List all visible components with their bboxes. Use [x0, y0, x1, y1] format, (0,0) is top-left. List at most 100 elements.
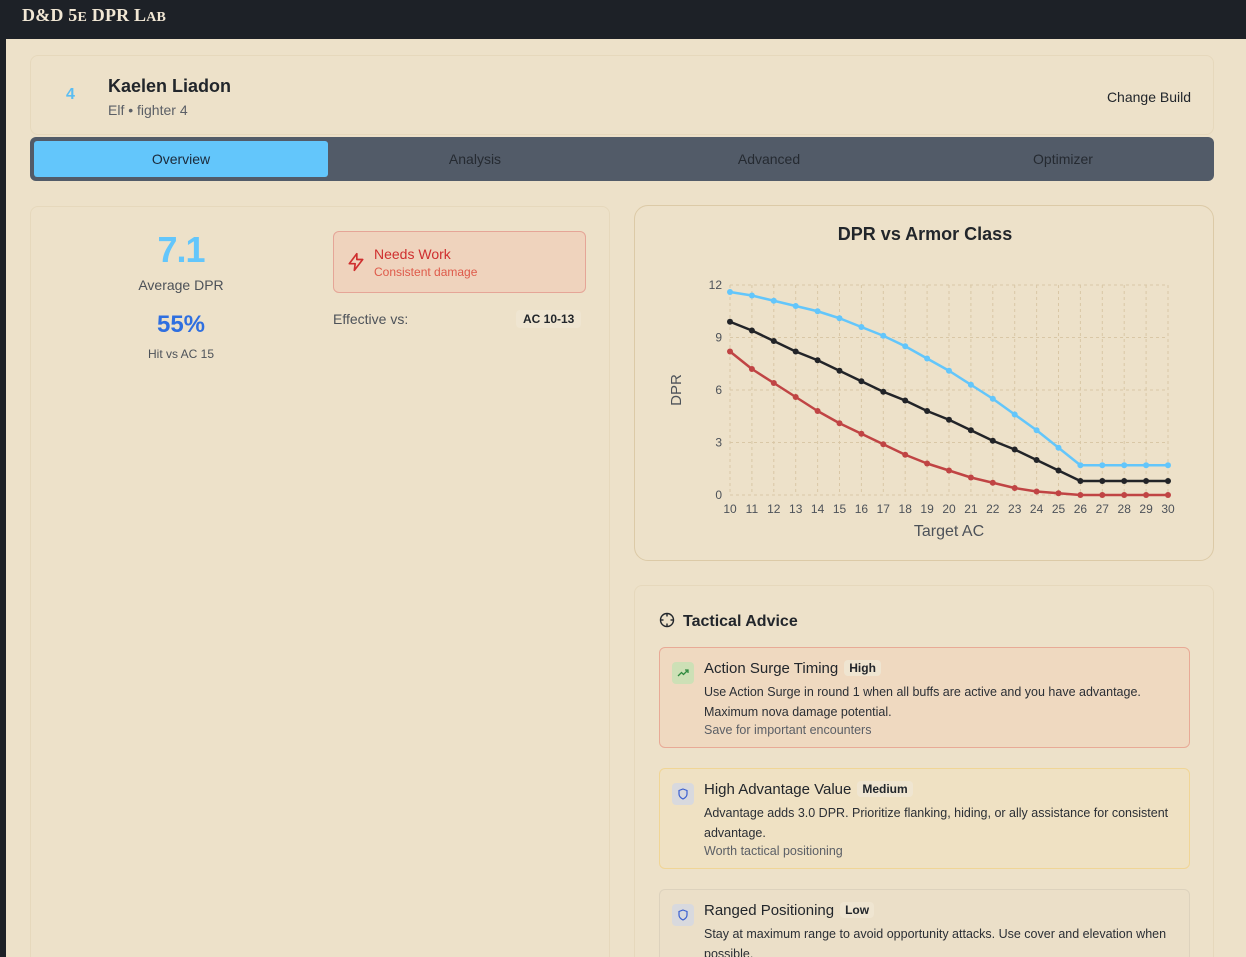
data-point — [902, 451, 909, 458]
data-point — [967, 427, 974, 434]
data-point — [770, 380, 777, 386]
data-point — [1033, 488, 1040, 495]
tab-overview[interactable]: Overview — [34, 141, 328, 177]
data-point — [836, 315, 843, 322]
data-point — [814, 408, 821, 414]
data-point — [1099, 478, 1106, 484]
data-point — [748, 366, 755, 372]
data-point — [1121, 492, 1128, 498]
tab-analysis[interactable]: Analysis — [328, 141, 622, 177]
data-point — [1033, 427, 1040, 434]
x-tick-label: 29 — [1139, 502, 1153, 516]
x-tick-label: 21 — [964, 502, 978, 516]
data-point — [946, 367, 952, 374]
x-tick-label: 12 — [767, 502, 781, 516]
data-point — [1077, 492, 1084, 498]
priority-badge: High — [844, 660, 881, 676]
y-axis-label: DPR — [668, 374, 685, 406]
data-point — [989, 479, 996, 486]
data-point — [1011, 485, 1018, 491]
data-point — [967, 474, 974, 481]
advice-description: Advantage adds 3.0 DPR. Prioritize flank… — [704, 806, 1169, 840]
character-name: Kaelen Liadon — [108, 76, 232, 96]
data-point — [880, 388, 887, 395]
x-tick-label: 27 — [1096, 502, 1110, 516]
tactical-advice-panel: Tactical Advice Action Surge Timing High … — [634, 585, 1214, 957]
advice-description: Stay at maximum range to avoid opportuni… — [704, 927, 1167, 957]
data-point — [727, 289, 733, 295]
data-point — [1143, 492, 1150, 498]
x-tick-label: 11 — [746, 502, 759, 516]
advice-title: Ranged Positioning — [704, 902, 835, 919]
status-box: Needs Work Consistent damage — [333, 231, 586, 293]
data-point — [748, 292, 755, 299]
data-point — [1077, 462, 1084, 469]
data-point — [836, 420, 843, 427]
x-tick-label: 26 — [1074, 502, 1088, 516]
tab-optimizer[interactable]: Optimizer — [916, 141, 1210, 177]
advice-description: Use Action Surge in round 1 when all buf… — [704, 685, 1141, 719]
x-tick-label: 15 — [833, 502, 847, 516]
status-subtitle: Consistent damage — [374, 265, 478, 279]
data-point — [1099, 462, 1106, 469]
x-tick-label: 14 — [811, 502, 825, 516]
average-dpr-label: Average DPR — [138, 277, 224, 293]
app-brand[interactable]: D&D 5E DPR LAB — [22, 5, 166, 26]
data-point — [814, 308, 821, 315]
character-subtitle: Elf • fighter 4 — [108, 102, 188, 118]
change-build-button[interactable]: Change Build — [1107, 89, 1191, 105]
trending-up-icon — [672, 662, 694, 684]
y-tick-label: 12 — [709, 278, 723, 292]
advice-title: Action Surge Timing — [704, 660, 839, 677]
x-tick-label: 17 — [877, 502, 891, 516]
priority-badge: Medium — [857, 781, 913, 797]
data-point — [792, 394, 799, 400]
advice-heading: Tactical Advice — [659, 612, 798, 631]
data-point — [1143, 478, 1150, 484]
character-level: 4 — [66, 86, 75, 103]
shield-icon — [672, 904, 694, 926]
data-point — [727, 348, 733, 355]
advice-item: Action Surge Timing High Use Action Surge… — [659, 647, 1190, 748]
data-point — [770, 297, 777, 304]
data-point — [946, 416, 952, 423]
x-tick-label: 10 — [723, 502, 737, 516]
data-point — [792, 303, 799, 309]
tab-bar: Overview Analysis Advanced Optimizer — [30, 137, 1214, 181]
data-point — [1077, 478, 1084, 484]
data-point — [1121, 478, 1128, 484]
data-point — [880, 441, 887, 448]
data-point — [1121, 462, 1128, 469]
priority-badge: Low — [840, 902, 875, 918]
data-point — [1033, 457, 1040, 463]
data-point — [1011, 411, 1018, 418]
data-point — [748, 327, 755, 334]
data-point — [1143, 462, 1150, 469]
y-tick-label: 6 — [715, 383, 722, 397]
y-tick-label: 3 — [715, 436, 722, 450]
data-point — [770, 338, 777, 344]
advice-item: Ranged Positioning Low Stay at maximum ra… — [659, 889, 1190, 957]
y-tick-label: 9 — [715, 331, 722, 345]
x-tick-label: 18 — [899, 502, 913, 516]
data-point — [836, 367, 843, 374]
top-bar: D&D 5E DPR LAB — [6, 0, 1246, 39]
main-content: 4 Kaelen Liadon Elf • fighter 4 Change B… — [6, 39, 1246, 957]
data-point — [967, 381, 974, 388]
data-point — [1165, 492, 1171, 498]
data-point — [1055, 467, 1062, 474]
data-point — [902, 397, 909, 404]
dpr-chart-panel: DPR vs Armor Class 10 11 12 13 14 15 16 17 18 19 2… — [634, 205, 1214, 561]
data-point — [727, 318, 733, 325]
data-point — [1099, 492, 1106, 498]
data-point — [924, 355, 931, 362]
data-point — [989, 395, 996, 402]
tab-advanced[interactable]: Advanced — [622, 141, 916, 177]
data-point — [989, 437, 996, 444]
x-tick-label: 23 — [1008, 502, 1022, 516]
x-tick-label: 13 — [789, 502, 803, 516]
overview-panel: 7.1 Average DPR 55% Hit vs AC 15 Needs W… — [30, 206, 610, 957]
x-tick-label: 24 — [1030, 502, 1044, 516]
average-dpr-value: 7.1 — [157, 229, 205, 270]
advice-note: Worth tactical positioning — [704, 844, 843, 858]
